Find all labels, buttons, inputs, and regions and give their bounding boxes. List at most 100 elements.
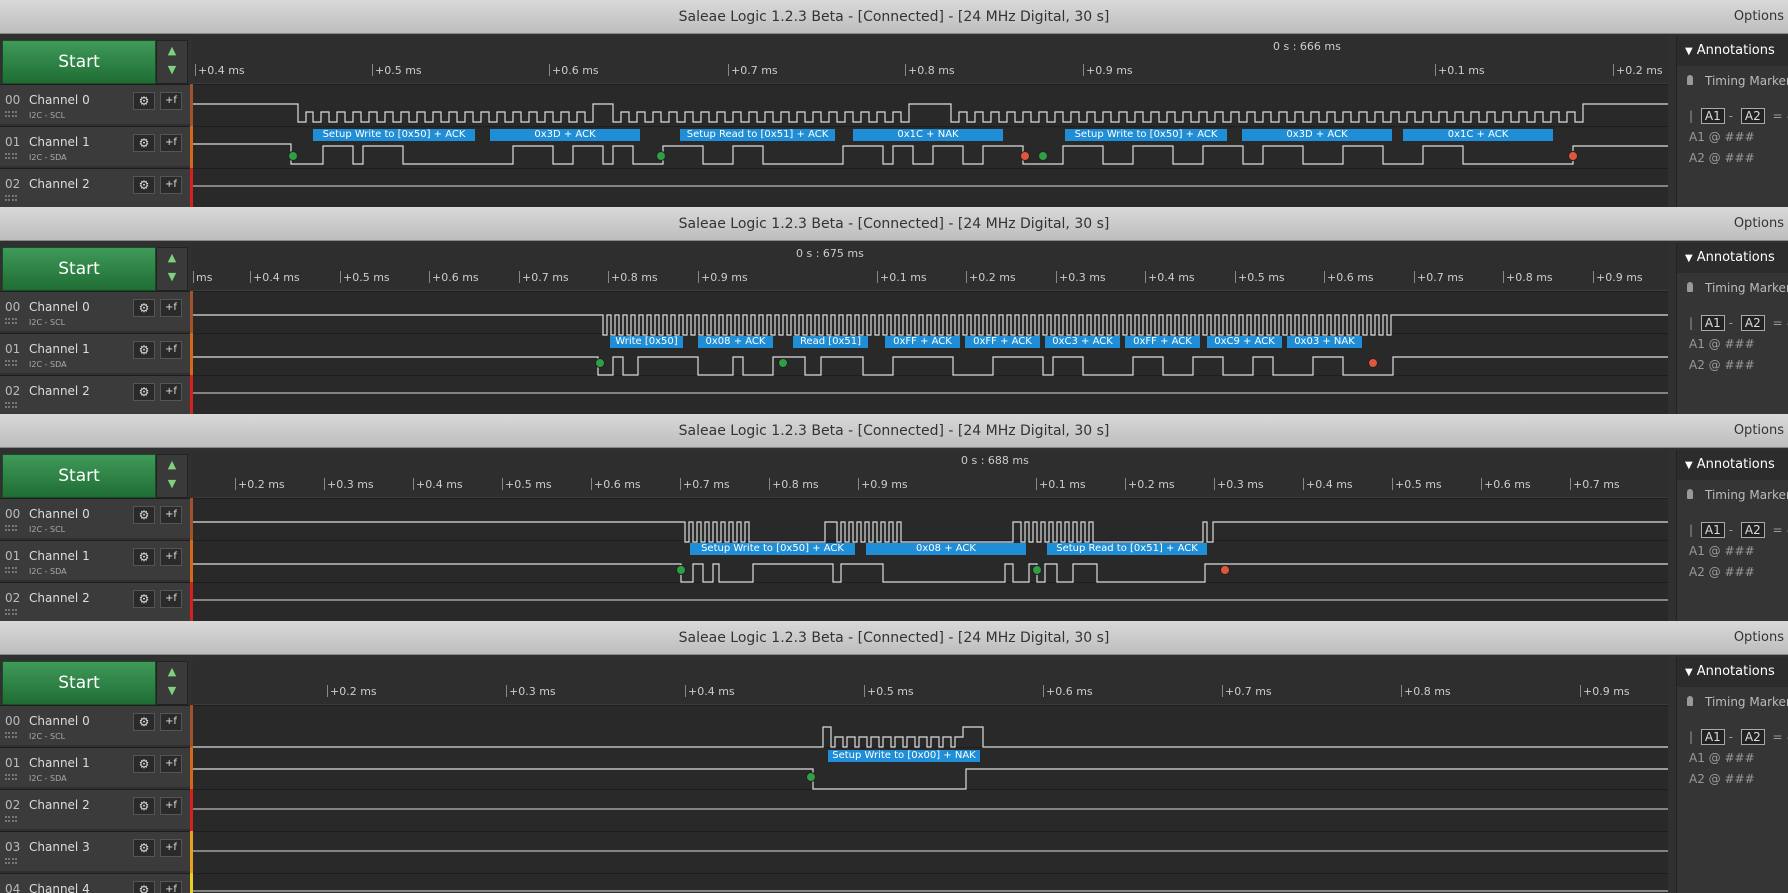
- channel-0-row[interactable]: 00 Channel 0 I2C - SCL ⚙ +f: [0, 291, 190, 331]
- gear-icon[interactable]: ⚙: [133, 548, 155, 566]
- drag-handle-icon[interactable]: [5, 402, 17, 408]
- time-ruler[interactable]: +0.2 ms +0.3 ms +0.4 ms +0.5 ms +0.6 ms …: [193, 657, 1668, 705]
- a1-box[interactable]: A1: [1700, 729, 1725, 745]
- chevron-down-icon[interactable]: ▼: [157, 681, 187, 700]
- chevron-down-icon[interactable]: ▼: [157, 60, 187, 79]
- drag-handle-icon[interactable]: [5, 318, 17, 324]
- speed-stepper[interactable]: ▲ ▼: [156, 661, 188, 705]
- triangle-down-icon[interactable]: ▼: [1685, 253, 1693, 264]
- a1-box[interactable]: A1: [1700, 108, 1725, 124]
- gear-icon[interactable]: ⚙: [133, 713, 155, 731]
- gear-icon[interactable]: ⚙: [133, 590, 155, 608]
- protocol-annotation[interactable]: 0x3D + ACK: [1242, 129, 1392, 141]
- timing-marker[interactable]: Timing Marker Pair: [1687, 273, 1788, 303]
- gear-icon[interactable]: ⚙: [133, 839, 155, 857]
- timing-marker[interactable]: Timing Marker Pair: [1687, 66, 1788, 96]
- triangle-down-icon[interactable]: ▼: [1685, 460, 1693, 471]
- start-button[interactable]: Start: [2, 40, 156, 84]
- chevron-up-icon[interactable]: ▲: [157, 455, 187, 474]
- channel-3-row[interactable]: 03 Channel 3 ⚙ +f: [0, 831, 190, 871]
- speed-stepper[interactable]: ▲ ▼: [156, 454, 188, 498]
- drag-handle-icon[interactable]: [5, 360, 17, 366]
- add-trigger-icon[interactable]: +f: [160, 755, 182, 773]
- channel-0-row[interactable]: 00 Channel 0 I2C - SCL ⚙ +f: [0, 84, 190, 124]
- annotations-header[interactable]: ▼ Annotations: [1677, 36, 1788, 66]
- drag-handle-icon[interactable]: [5, 609, 17, 615]
- add-trigger-icon[interactable]: +f: [160, 299, 182, 317]
- gear-icon[interactable]: ⚙: [133, 176, 155, 194]
- time-ruler[interactable]: 0 s : 675 ms ms +0.4 ms +0.5 ms +0.6 ms …: [192, 243, 1668, 291]
- add-trigger-icon[interactable]: +f: [160, 341, 182, 359]
- add-trigger-icon[interactable]: +f: [160, 590, 182, 608]
- options-button[interactable]: Options: [1734, 207, 1784, 241]
- channel-2-row[interactable]: 02 Channel 2 ⚙ +f: [0, 168, 190, 207]
- speed-stepper[interactable]: ▲ ▼: [156, 247, 188, 291]
- protocol-annotation[interactable]: Setup Write to [0x50] + ACK: [313, 129, 475, 141]
- gear-icon[interactable]: ⚙: [133, 383, 155, 401]
- protocol-annotation[interactable]: 0x08 + ACK: [866, 543, 1026, 555]
- gear-icon[interactable]: ⚙: [133, 881, 155, 893]
- protocol-annotation[interactable]: Setup Write to [0x00] + NAK: [828, 750, 980, 762]
- add-trigger-icon[interactable]: +f: [160, 797, 182, 815]
- protocol-annotation[interactable]: 0xFF + ACK: [885, 336, 960, 348]
- chevron-down-icon[interactable]: ▼: [157, 267, 187, 286]
- drag-handle-icon[interactable]: [5, 195, 17, 201]
- drag-handle-icon[interactable]: [5, 858, 17, 864]
- start-button[interactable]: Start: [2, 661, 156, 705]
- protocol-annotation[interactable]: 0x08 + ACK: [698, 336, 773, 348]
- channel-1-row[interactable]: 01 Channel 1 I2C - SDA ⚙ +f: [0, 126, 190, 166]
- add-trigger-icon[interactable]: +f: [160, 134, 182, 152]
- protocol-annotation[interactable]: 0x03 + NAK: [1287, 336, 1362, 348]
- options-button[interactable]: Options: [1734, 414, 1784, 448]
- chevron-up-icon[interactable]: ▲: [157, 662, 187, 681]
- drag-handle-icon[interactable]: [5, 525, 17, 531]
- add-trigger-icon[interactable]: +f: [160, 713, 182, 731]
- a2-box[interactable]: A2: [1740, 729, 1765, 745]
- drag-handle-icon[interactable]: [5, 153, 17, 159]
- a2-box[interactable]: A2: [1740, 108, 1765, 124]
- protocol-annotation[interactable]: Read [0x51]: [793, 336, 868, 348]
- protocol-annotation[interactable]: 0xFF + ACK: [1125, 336, 1200, 348]
- speed-stepper[interactable]: ▲ ▼: [156, 40, 188, 84]
- channel-2-row[interactable]: 02 Channel 2 ⚙ +f: [0, 582, 190, 621]
- a1-box[interactable]: A1: [1700, 522, 1725, 538]
- protocol-annotation[interactable]: 0x1C + NAK: [853, 129, 1003, 141]
- drag-handle-icon[interactable]: [5, 111, 17, 117]
- drag-handle-icon[interactable]: [5, 774, 17, 780]
- triangle-down-icon[interactable]: ▼: [1685, 667, 1693, 678]
- time-ruler[interactable]: 0 s : 688 ms +0.2 ms +0.3 ms +0.4 ms +0.…: [193, 450, 1668, 498]
- a1-box[interactable]: A1: [1700, 315, 1725, 331]
- gear-icon[interactable]: ⚙: [133, 341, 155, 359]
- gear-icon[interactable]: ⚙: [133, 797, 155, 815]
- a2-box[interactable]: A2: [1740, 522, 1765, 538]
- add-trigger-icon[interactable]: +f: [160, 383, 182, 401]
- gear-icon[interactable]: ⚙: [133, 134, 155, 152]
- annotations-header[interactable]: ▼ Annotations: [1677, 657, 1788, 687]
- chevron-up-icon[interactable]: ▲: [157, 41, 187, 60]
- channel-0-row[interactable]: 00 Channel 0 I2C - SCL ⚙ +f: [0, 705, 190, 745]
- protocol-annotation[interactable]: 0x3D + ACK: [490, 129, 640, 141]
- gear-icon[interactable]: ⚙: [133, 299, 155, 317]
- protocol-annotation[interactable]: 0xFF + ACK: [965, 336, 1040, 348]
- channel-2-row[interactable]: 02 Channel 2 ⚙ +f: [0, 375, 190, 414]
- protocol-annotation[interactable]: 0xC3 + ACK: [1045, 336, 1120, 348]
- protocol-annotation[interactable]: Setup Read to [0x51] + ACK: [680, 129, 835, 141]
- start-button[interactable]: Start: [2, 247, 156, 291]
- protocol-annotation[interactable]: Setup Write to [0x50] + ACK: [690, 543, 855, 555]
- channel-2-row[interactable]: 02 Channel 2 ⚙ +f: [0, 789, 190, 829]
- timing-marker[interactable]: Timing Marker Pair: [1687, 687, 1788, 717]
- protocol-annotation[interactable]: 0xC9 + ACK: [1207, 336, 1282, 348]
- drag-handle-icon[interactable]: [5, 567, 17, 573]
- protocol-annotation[interactable]: Write [0x50]: [610, 336, 683, 348]
- triangle-down-icon[interactable]: ▼: [1685, 46, 1693, 57]
- drag-handle-icon[interactable]: [5, 816, 17, 822]
- add-trigger-icon[interactable]: +f: [160, 92, 182, 110]
- annotations-header[interactable]: ▼ Annotations: [1677, 450, 1788, 480]
- protocol-annotation[interactable]: Setup Write to [0x50] + ACK: [1065, 129, 1227, 141]
- channel-4-row[interactable]: 04 Channel 4 ⚙ +f: [0, 873, 190, 893]
- gear-icon[interactable]: ⚙: [133, 92, 155, 110]
- chevron-down-icon[interactable]: ▼: [157, 474, 187, 493]
- add-trigger-icon[interactable]: +f: [160, 506, 182, 524]
- add-trigger-icon[interactable]: +f: [160, 548, 182, 566]
- channel-1-row[interactable]: 01 Channel 1 I2C - SDA ⚙ +f: [0, 747, 190, 787]
